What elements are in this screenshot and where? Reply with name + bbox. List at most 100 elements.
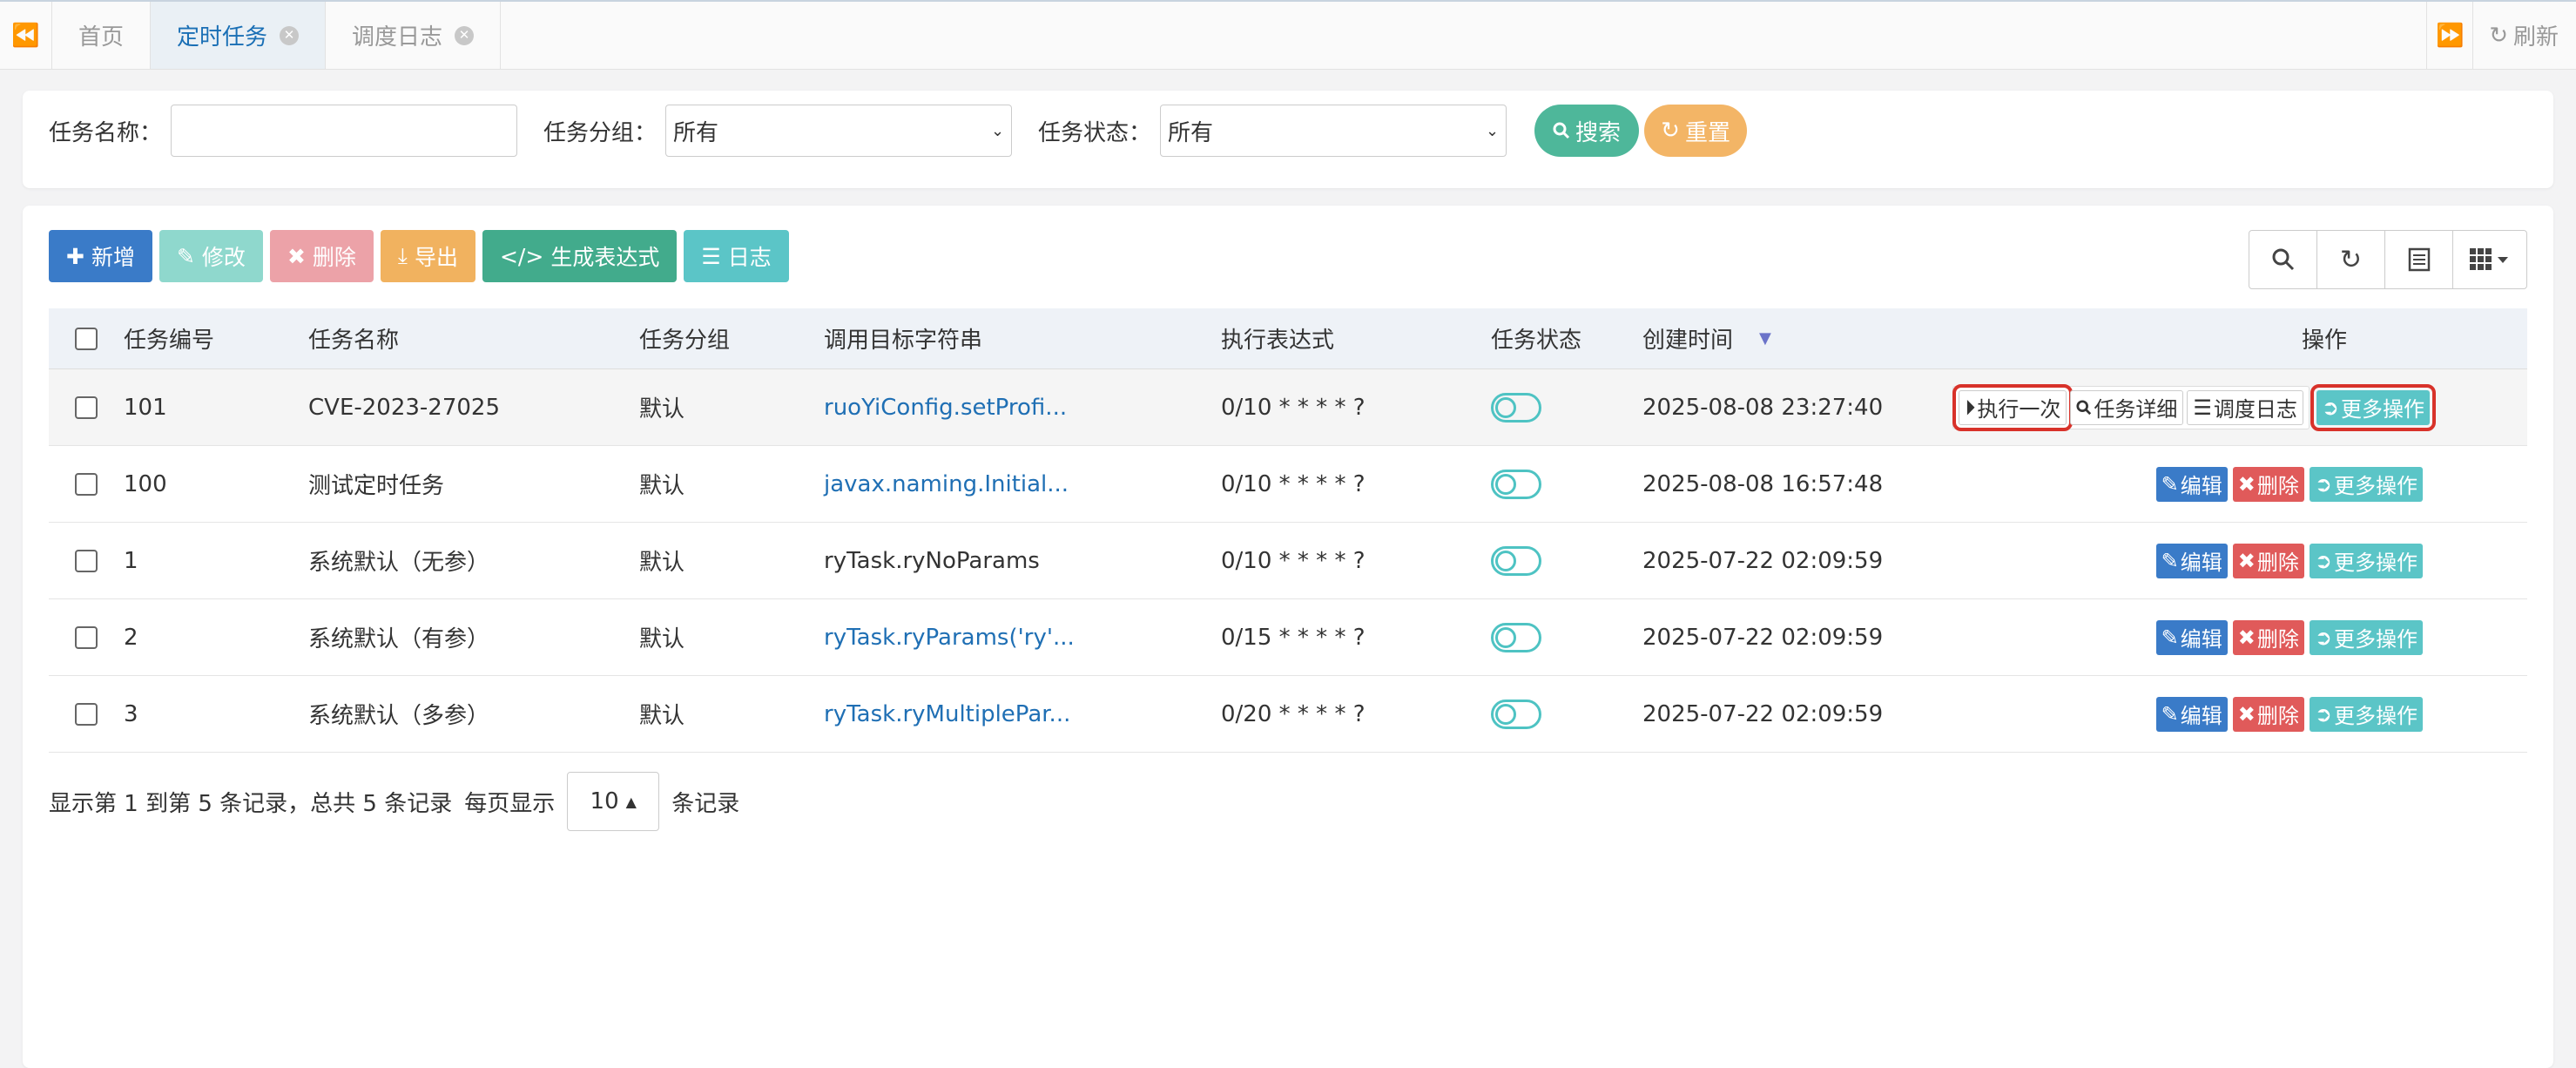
task-name-input[interactable] <box>171 105 518 157</box>
search-icon <box>1553 122 1570 139</box>
cell-task-id: 1 <box>124 547 138 574</box>
task-group-label: 任务分组： <box>543 119 657 146</box>
header-task-id[interactable]: 任务编号 <box>124 322 308 355</box>
row-checkbox[interactable] <box>75 549 98 572</box>
more-actions-button[interactable]: ➲ 更多操作 <box>2309 466 2423 502</box>
cell-task-name: 系统默认（有参） <box>308 626 490 652</box>
table-row[interactable]: 100 测试定时任务 默认 javax.naming.Initial... 0/… <box>49 446 2527 523</box>
cell-task-name: 系统默认（多参） <box>308 703 490 729</box>
schedule-log-button[interactable]: ☰ 调度日志 <box>2187 389 2303 425</box>
more-actions-button[interactable]: ➲ 更多操作 <box>2309 696 2423 732</box>
header-created-time[interactable]: 创建时间 ▼ <box>1642 322 1895 355</box>
more-actions-button[interactable]: ➲ 更多操作 <box>2309 619 2423 655</box>
per-page-label: 每页显示 <box>464 790 556 817</box>
cell-invoke-target-link[interactable]: ryTask.ryParams('ry'... <box>824 625 1221 651</box>
pagination-summary: 显示第 1 到第 5 条记录，总共 5 条记录 <box>49 790 453 817</box>
search-button[interactable]: 搜索 <box>1534 105 1640 157</box>
search-panel: 任务名称： 任务分组： 所有 ⌄ 任务状态： 所有 ⌄ 搜索 ↻ 重置 <box>23 91 2553 188</box>
cell-invoke-target-link[interactable]: ruoYiConfig.setProfi... <box>824 395 1221 421</box>
task-status-select[interactable]: 所有 ⌄ <box>1160 105 1507 157</box>
select-all-checkbox[interactable] <box>75 327 98 350</box>
row-edit-button[interactable]: ✎ 编辑 <box>2155 696 2228 732</box>
row-delete-button[interactable]: ✖ 删除 <box>2232 696 2304 732</box>
more-actions-button[interactable]: ➲ 更多操作 <box>2310 383 2437 431</box>
row-delete-button[interactable]: ✖ 删除 <box>2232 619 2304 655</box>
tab-schedule-log[interactable]: 调度日志 ✕ <box>326 2 502 69</box>
edit-button[interactable]: ✎ 修改 <box>158 230 263 282</box>
table-row[interactable]: 2 系统默认（有参） 默认 ryTask.ryParams('ry'... 0/… <box>49 599 2527 676</box>
table-row[interactable]: 3 系统默认（多参） 默认 ryTask.ryMultiplePar... 0/… <box>49 676 2527 753</box>
cell-invoke-target-link[interactable]: ryTask.ryMultiplePar... <box>824 701 1221 727</box>
status-toggle[interactable] <box>1491 622 1541 652</box>
task-detail-button[interactable]: 任务详细 <box>2070 389 2184 425</box>
task-group-select[interactable]: 所有 ⌄ <box>665 105 1013 157</box>
row-delete-button[interactable]: ✖ 删除 <box>2232 466 2304 502</box>
table-row[interactable]: 101 CVE-2023-27025 默认 ruoYiConfig.setPro… <box>49 369 2527 446</box>
tab-scheduled-tasks[interactable]: 定时任务 ✕ <box>151 2 327 69</box>
play-circle-icon: ⏵ <box>1965 395 1976 420</box>
table-refresh-button[interactable]: ↻ <box>2317 231 2385 288</box>
sort-desc-icon: ▼ <box>1759 329 1771 348</box>
cell-task-group: 默认 <box>639 703 685 729</box>
task-detail-label: 任务详细 <box>2094 397 2178 422</box>
export-button[interactable]: ⤓ 导出 <box>380 230 475 282</box>
cell-task-name: 测试定时任务 <box>308 473 445 499</box>
close-icon[interactable]: ✕ <box>280 25 300 45</box>
tab-scroll-left-button[interactable]: ⏪ <box>0 2 52 69</box>
cell-invoke-target-link[interactable]: javax.naming.Initial... <box>824 471 1221 497</box>
more-actions-button[interactable]: ➲ 更多操作 <box>2309 543 2423 578</box>
refresh-tab-button[interactable]: ↻ 刷新 <box>2473 19 2576 51</box>
status-toggle[interactable] <box>1491 699 1541 729</box>
tab-label: 定时任务 <box>177 24 268 51</box>
row-checkbox[interactable] <box>75 702 98 726</box>
header-invoke-target[interactable]: 调用目标字符串 <box>824 322 1221 355</box>
x-icon: ✖ <box>2237 471 2256 497</box>
status-toggle[interactable] <box>1491 392 1541 422</box>
row-delete-label: 删除 <box>2256 551 2299 575</box>
row-edit-button[interactable]: ✎ 编辑 <box>2155 466 2228 502</box>
page-size-select[interactable]: 10 ▲ <box>567 772 660 831</box>
status-toggle[interactable] <box>1491 545 1541 576</box>
generate-cron-button[interactable]: </> 生成表达式 <box>482 230 678 282</box>
header-cron[interactable]: 执行表达式 <box>1221 322 1491 355</box>
row-checkbox[interactable] <box>75 472 98 496</box>
table-header: 任务编号 任务名称 任务分组 调用目标字符串 执行表达式 任务状态 创建时间 ▼… <box>49 308 2527 369</box>
add-button[interactable]: ✚ 新增 <box>49 230 152 282</box>
tab-label: 首页 <box>78 24 125 51</box>
run-once-button[interactable]: ⏵ 执行一次 <box>1952 383 2074 431</box>
cell-created-time: 2025-08-08 23:27:40 <box>1642 394 1884 421</box>
header-task-group[interactable]: 任务分组 <box>639 322 824 355</box>
table-tools: ↻ <box>2249 230 2527 289</box>
row-checkbox[interactable] <box>75 625 98 649</box>
task-group-value: 所有 <box>673 119 719 146</box>
status-toggle[interactable] <box>1491 469 1541 499</box>
row-edit-button[interactable]: ✎ 编辑 <box>2155 543 2228 578</box>
tab-bar: ⏪ 首页 定时任务 ✕ 调度日志 ✕ ⏩ ↻ 刷新 <box>0 0 2576 70</box>
cell-invoke-target: ryTask.ryNoParams <box>824 547 1040 574</box>
cell-task-group: 默认 <box>639 626 685 652</box>
header-ops: 操作 <box>2301 328 2347 354</box>
search-button-label: 搜索 <box>1575 119 1622 146</box>
reset-button[interactable]: ↻ 重置 <box>1644 105 1748 157</box>
table-row[interactable]: 1 系统默认（无参） 默认 ryTask.ryNoParams 0/10 * *… <box>49 523 2527 599</box>
toolbar: ✚ 新增 ✎ 修改 ✖ 删除 ⤓ 导出 </> 生成表达式 ☰ 日志 <box>49 230 789 282</box>
row-edit-label: 编辑 <box>2180 551 2222 575</box>
table-search-button[interactable] <box>2249 231 2317 288</box>
tab-home[interactable]: 首页 <box>52 2 152 69</box>
tab-scroll-right-button[interactable]: ⏩ <box>2426 2 2474 69</box>
search-icon <box>2272 248 2294 271</box>
double-chevron-right-icon: ⏩ <box>2436 22 2465 49</box>
refresh-icon: ↻ <box>2489 22 2508 49</box>
task-name-label: 任务名称： <box>49 119 163 146</box>
header-task-name[interactable]: 任务名称 <box>308 322 639 355</box>
row-checkbox[interactable] <box>75 395 98 419</box>
row-edit-button[interactable]: ✎ 编辑 <box>2155 619 2228 655</box>
row-delete-button[interactable]: ✖ 删除 <box>2232 543 2304 578</box>
delete-button[interactable]: ✖ 删除 <box>269 230 374 282</box>
table-toggle-view-button[interactable] <box>2385 231 2453 288</box>
close-icon[interactable]: ✕ <box>455 25 475 45</box>
column-picker-button[interactable] <box>2453 231 2526 288</box>
export-button-label: 导出 <box>414 245 458 270</box>
header-status[interactable]: 任务状态 <box>1491 322 1642 355</box>
log-button[interactable]: ☰ 日志 <box>684 230 789 282</box>
